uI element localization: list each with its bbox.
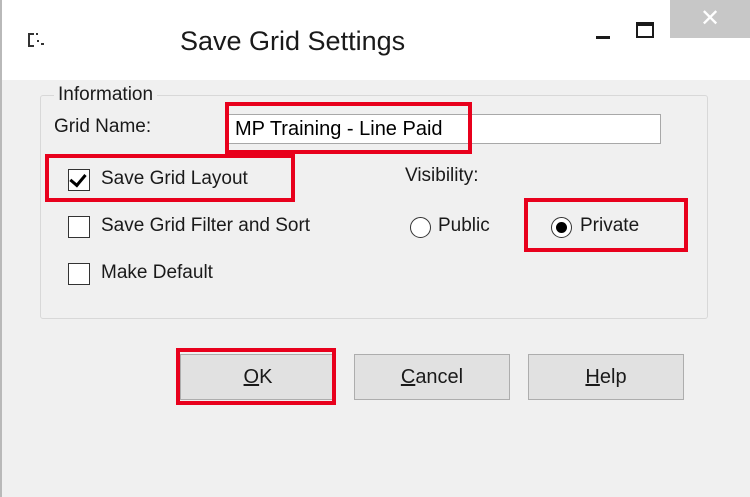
help-label-rest: elp [599,366,627,388]
save-grid-settings-dialog: Save Grid Settings ✕ Information Grid Na… [0,0,750,497]
close-button[interactable]: ✕ [670,0,750,38]
information-legend: Information [54,84,158,106]
radio-selected-dot [556,222,567,233]
ok-label-rest: K [259,366,273,388]
title-bar[interactable]: Save Grid Settings ✕ [2,0,750,80]
close-icon: ✕ [699,5,721,32]
ok-button[interactable]: OK [180,354,336,400]
cancel-label-rest: ancel [415,366,464,388]
maximize-button[interactable] [632,10,662,50]
save-grid-filter-sort-label[interactable]: Save Grid Filter and Sort [101,215,310,237]
checkmark-icon [69,169,87,188]
ok-mnemonic: O [243,366,260,388]
public-radio[interactable] [410,217,431,238]
dialog-title: Save Grid Settings [180,26,406,56]
help-mnemonic: H [585,366,600,388]
grid-name-label: Grid Name: [54,116,152,137]
minimize-button[interactable] [587,10,617,50]
save-grid-filter-sort-checkbox[interactable] [68,216,90,238]
save-grid-layout-label[interactable]: Save Grid Layout [101,168,248,190]
visibility-label: Visibility: [405,165,479,186]
save-grid-layout-checkbox[interactable] [68,169,90,191]
make-default-label[interactable]: Make Default [101,262,213,284]
grid-name-input[interactable]: MP Training - Line Paid [228,114,661,144]
grid-settings-icon [28,33,44,47]
private-radio[interactable] [551,217,572,238]
cancel-mnemonic: C [400,366,416,388]
help-button[interactable]: Help [528,354,684,400]
cancel-button[interactable]: Cancel [354,354,510,400]
make-default-checkbox[interactable] [68,263,90,285]
private-label[interactable]: Private [580,215,639,237]
public-label[interactable]: Public [438,215,490,237]
